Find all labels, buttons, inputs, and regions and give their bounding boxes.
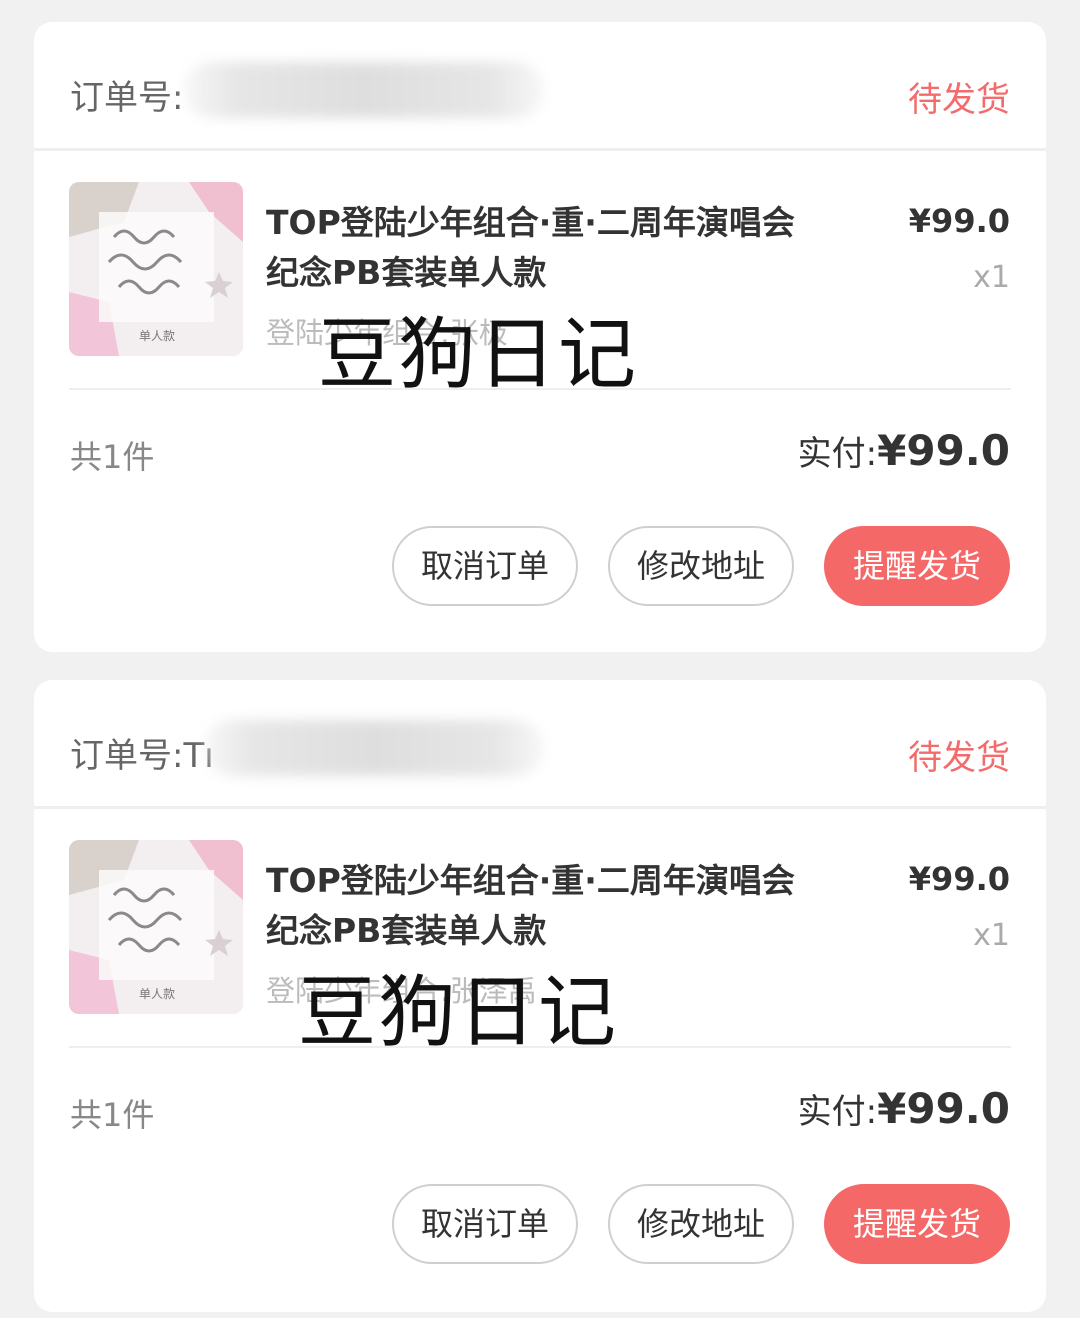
change-address-button[interactable]: 修改地址 [608,1184,794,1264]
remind-shipment-button[interactable]: 提醒发货 [824,526,1010,606]
svg-text:单人款: 单人款 [139,329,175,343]
product-price: ¥99.0 [908,202,1010,240]
paid-total: 实付:¥99.0 [798,1084,1010,1133]
cancel-order-button[interactable]: 取消订单 [392,1184,578,1264]
item-count: 共1件 [70,438,155,476]
svg-text:单人款: 单人款 [139,987,175,1001]
order-header: 订单号:Tı 待发货 [34,680,1046,806]
product-image[interactable]: 单人款 [69,840,243,1014]
order-status: 待发货 [908,80,1010,120]
order-card[interactable]: 订单号: 待发货 单人款 TOP登陆少年组合·重·二周年演唱会纪念PB套装单人款… [34,22,1046,652]
product-image[interactable]: 单人款 [69,182,243,356]
divider [34,806,1046,809]
divider [69,1046,1011,1048]
cancel-order-button[interactable]: 取消订单 [392,526,578,606]
paid-amount: ¥99.0 [877,426,1010,475]
order-header: 订单号: 待发货 [34,22,1046,148]
item-count: 共1件 [70,1096,155,1134]
change-address-button[interactable]: 修改地址 [608,526,794,606]
order-number-label: 订单号:Tı [70,736,214,776]
order-card[interactable]: 订单号:Tı 待发货 单人款 TOP登陆少年组合·重·二周年演唱会纪念PB套装单… [34,680,1046,1312]
order-number-redacted [184,62,544,118]
order-number-redacted [204,720,544,776]
paid-amount: ¥99.0 [877,1084,1010,1133]
product-price: ¥99.0 [908,860,1010,898]
remind-shipment-button[interactable]: 提醒发货 [824,1184,1010,1264]
product-quantity: x1 [973,260,1010,295]
order-number-label: 订单号: [70,78,184,118]
divider [34,148,1046,151]
divider [69,388,1011,390]
paid-label: 实付: [797,1092,878,1132]
product-quantity: x1 [973,918,1010,953]
order-status: 待发货 [908,738,1010,778]
paid-label: 实付: [797,434,878,474]
product-title[interactable]: TOP登陆少年组合·重·二周年演唱会纪念PB套装单人款 [266,198,826,298]
product-title[interactable]: TOP登陆少年组合·重·二周年演唱会纪念PB套装单人款 [266,856,826,956]
paid-total: 实付:¥99.0 [798,426,1010,475]
